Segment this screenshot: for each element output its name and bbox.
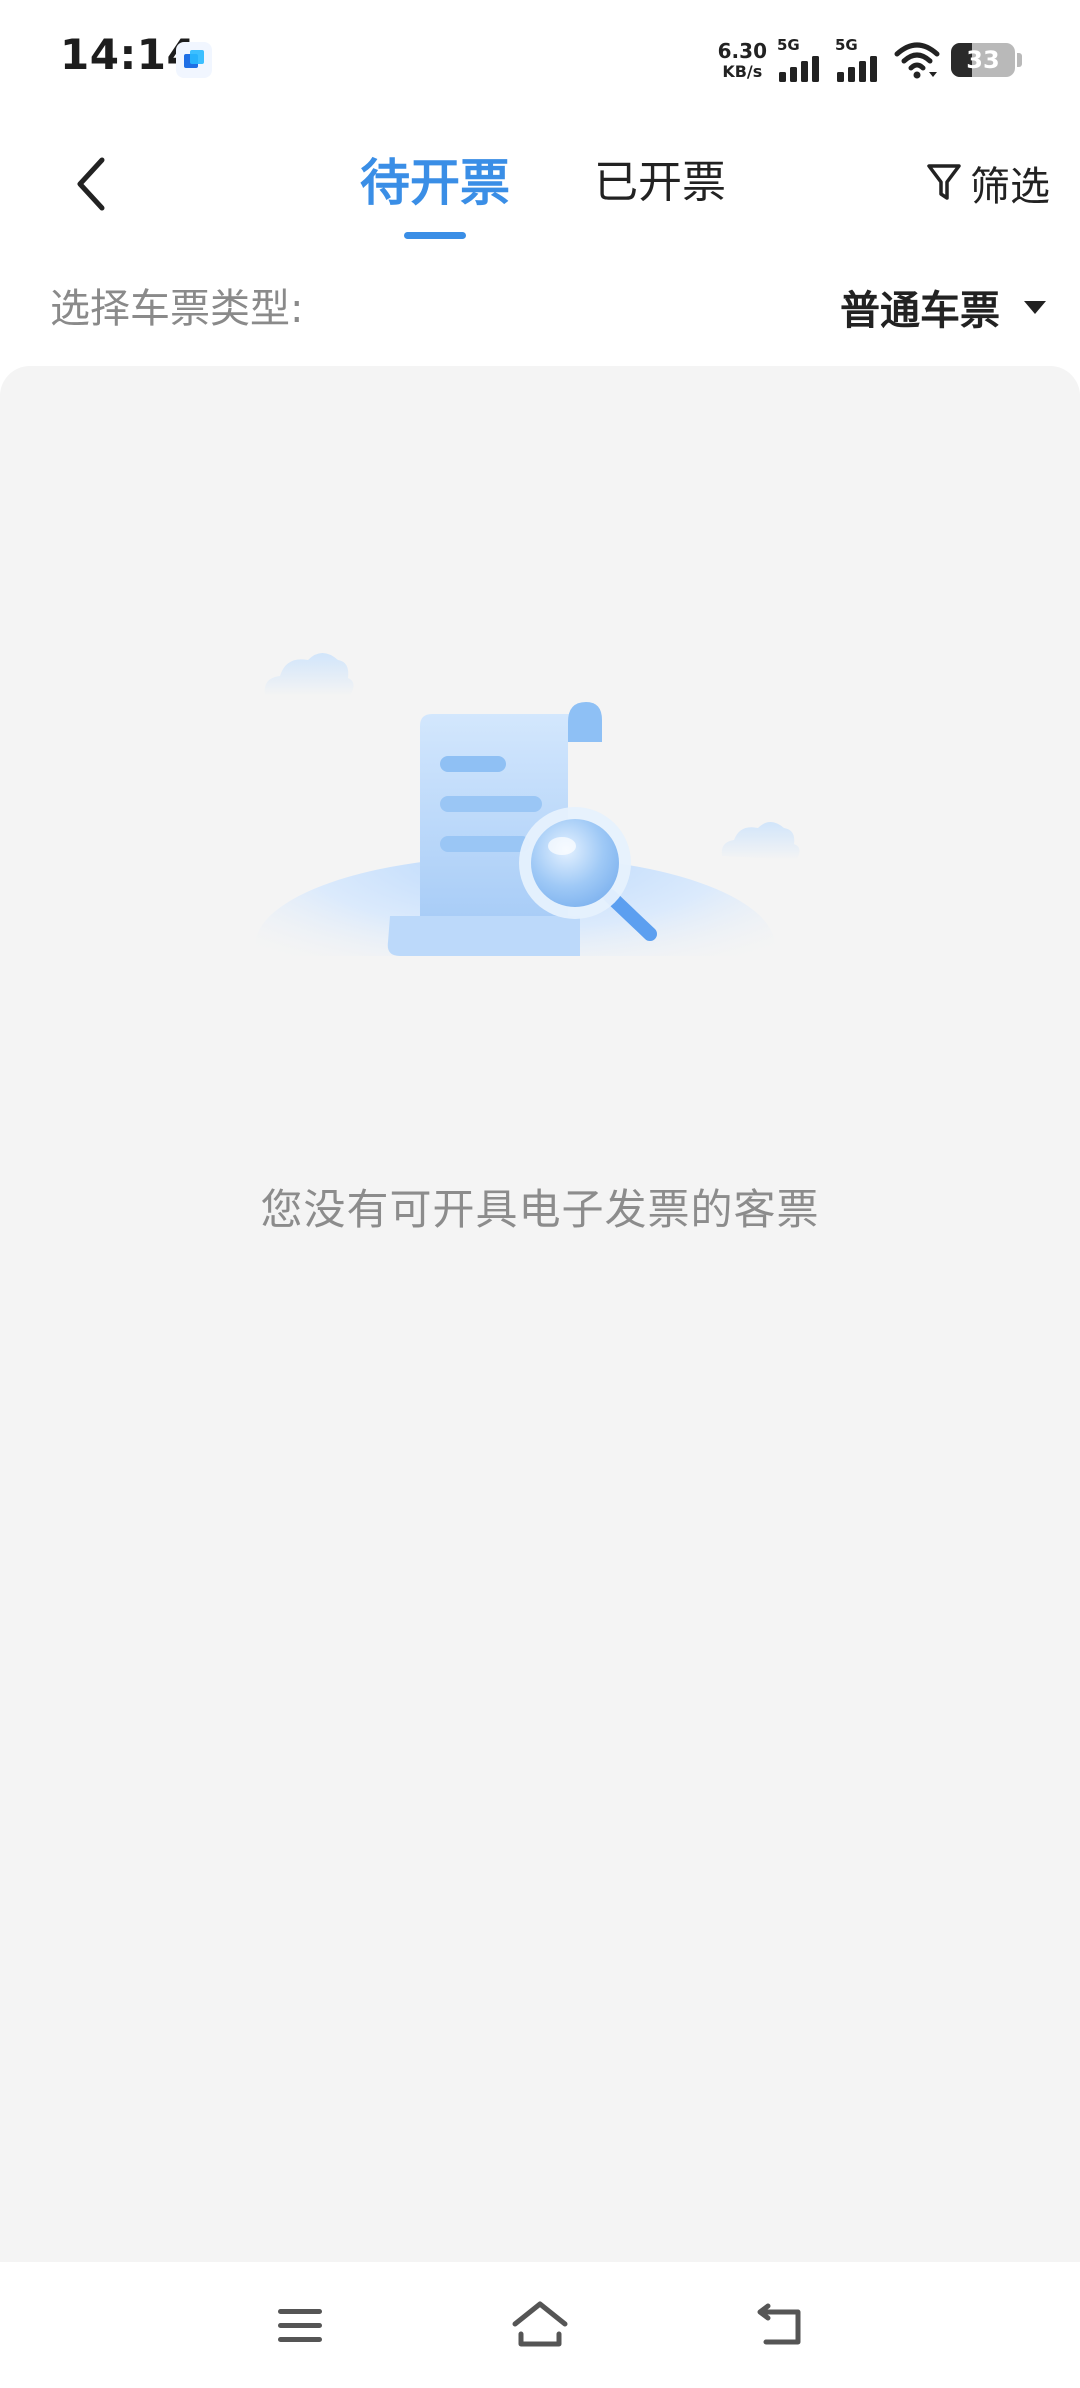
battery-icon: 33 [951,43,1015,77]
home-button[interactable] [505,2290,575,2360]
wifi-icon [894,42,940,79]
signal-icon-sim2: 5G [835,36,883,82]
ticket-type-dropdown[interactable]: 普通车票 [840,272,1050,342]
cloud-icon [264,653,354,696]
content-area: 您没有可开具电子发票的客票 [0,366,1080,2262]
tab-issued-invoice[interactable]: 已开票 [585,138,735,228]
system-nav-bar [0,2262,1080,2388]
menu-button[interactable] [265,2290,335,2360]
menu-icon [278,2309,322,2342]
active-tab-indicator [404,232,466,239]
back-nav-button[interactable] [745,2290,815,2360]
sim2-label: 5G [835,36,858,54]
home-icon [512,2301,568,2347]
back-button[interactable] [60,148,124,220]
empty-state-message: 您没有可开具电子发票的客票 [260,1185,820,1234]
signal-icon-sim1: 5G [777,36,825,82]
document-magnifier-illustration [255,653,800,956]
battery-tip [1017,53,1022,67]
caret-down-icon [1024,300,1046,314]
funnel-icon [927,164,961,200]
status-bar: 14:14 6.30 KB/s 5G 5G 33 [0,0,1080,118]
ticket-type-row: 选择车票类型: 普通车票 [0,248,1080,366]
ticket-type-value: 普通车票 [840,288,1000,334]
header: 待开票 已开票 筛选 [0,118,1080,248]
net-speed-unit: KB/s [722,61,763,81]
status-indicators: 6.30 KB/s 5G 5G 33 [718,36,1022,84]
tab-pending-invoice[interactable]: 待开票 [350,138,520,228]
app-notification-icon [176,42,212,78]
back-icon [757,2303,801,2345]
net-speed: 6.30 KB/s [718,41,767,80]
battery-level: 33 [966,46,1000,74]
ticket-type-label: 选择车票类型: [50,286,304,332]
chevron-left-icon [77,157,105,211]
filter-button[interactable]: 筛选 [926,148,1050,218]
net-speed-value: 6.30 [717,38,767,63]
filter-label: 筛选 [970,164,1050,210]
sim1-label: 5G [777,36,800,54]
